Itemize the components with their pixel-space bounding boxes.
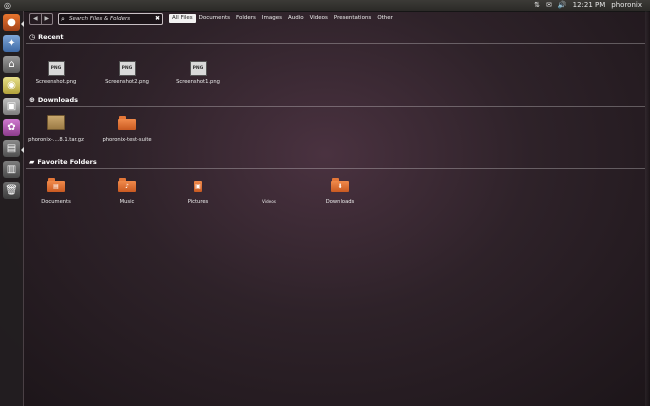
folder-icon (118, 116, 136, 130)
png-file-icon: PNG (118, 61, 136, 76)
file-label: phoronix-....8.1.tar.gz (28, 137, 84, 143)
dash-edge (645, 11, 650, 406)
filter-audio[interactable]: Audio (285, 14, 307, 23)
filter-tabs: All Files Documents Folders Images Audio… (169, 14, 396, 23)
file-item[interactable]: PNG Screenshot2.png (97, 54, 157, 85)
filter-documents[interactable]: Documents (196, 14, 233, 23)
folder-label: Downloads (325, 199, 355, 205)
filter-folders[interactable]: Folders (233, 14, 259, 23)
documents-folder-icon: ▤ (47, 178, 65, 192)
firefox-icon[interactable]: ● (3, 14, 20, 31)
section-label: Favorite Folders (37, 158, 97, 166)
folder-label: phoronix-test-suite (102, 137, 152, 143)
folder-item[interactable]: ⬇ Downloads (310, 177, 370, 205)
file-item[interactable]: phoronix-....8.1.tar.gz (26, 115, 86, 143)
folder-item[interactable]: ▤ Documents (26, 177, 86, 205)
search-icon: ⌕ (61, 15, 65, 23)
workspaces-icon[interactable]: ✿ (3, 119, 20, 136)
ubuntu-logo-icon[interactable]: ◎ (3, 1, 12, 10)
archive-icon (47, 115, 65, 130)
folder-label: Videos (262, 199, 276, 204)
nav-buttons: ◀ ▶ (29, 13, 53, 25)
apps-icon[interactable]: ▤ (3, 140, 20, 157)
file-label: Screenshot1.png (176, 79, 220, 85)
clock-time[interactable]: 12:21 PM (573, 1, 606, 10)
folder-item[interactable]: Videos (239, 177, 299, 204)
png-file-icon: PNG (189, 61, 207, 76)
folder-label: Pictures (187, 199, 209, 205)
network-icon[interactable]: ⇅ (534, 1, 540, 10)
volume-icon[interactable]: 🔊 (558, 1, 567, 10)
back-button[interactable]: ◀ (30, 14, 42, 24)
section-label: Downloads (37, 96, 78, 104)
folder-section-icon: ▰ (29, 158, 35, 166)
downloads-folder-icon: ⬇ (331, 178, 349, 192)
folder-label: Documents (41, 199, 71, 205)
clear-search-icon[interactable]: ✖ (155, 14, 160, 24)
filter-images[interactable]: Images (259, 14, 285, 23)
section-label: Recent (38, 33, 64, 41)
software-center-icon[interactable]: ▣ (3, 98, 20, 115)
folder-item[interactable]: ♪ Music (97, 177, 157, 205)
pictures-folder-icon: ▣ (194, 181, 202, 192)
music-folder-icon: ♪ (118, 178, 136, 192)
filter-presentations[interactable]: Presentations (331, 14, 374, 23)
rhythmbox-icon[interactable]: ◉ (3, 77, 20, 94)
search-box: ⌕ ✖ (58, 13, 163, 25)
indicator-area: ⇅ ✉ 🔊 12:21 PM phoronix (534, 1, 650, 10)
file-item[interactable]: PNG Screenshot.png (26, 54, 86, 85)
file-item[interactable]: PNG Screenshot1.png (168, 54, 228, 85)
file-label: Screenshot.png (35, 79, 77, 85)
section-downloads-title[interactable]: ⊕ Downloads (29, 96, 78, 104)
forward-button[interactable]: ▶ (42, 14, 53, 24)
filter-videos[interactable]: Videos (307, 14, 331, 23)
filter-all-files[interactable]: All Files (169, 14, 196, 23)
png-file-icon: PNG (47, 61, 65, 76)
search-input[interactable] (69, 14, 149, 24)
chat-icon[interactable]: ✦ (3, 35, 20, 52)
user-menu[interactable]: phoronix (611, 1, 642, 10)
folder-item[interactable]: ▣ Pictures (168, 177, 228, 205)
active-indicator (21, 147, 24, 153)
folder-label: Music (119, 199, 135, 205)
section-favorites-title[interactable]: ▰ Favorite Folders (29, 158, 97, 166)
section-recent-title[interactable]: ◷ Recent (29, 33, 64, 41)
filter-other[interactable]: Other (374, 14, 396, 23)
files-icon[interactable]: ⌂ (3, 56, 20, 73)
file-label: Screenshot2.png (105, 79, 149, 85)
mail-icon[interactable]: ✉ (546, 1, 552, 10)
launcher: ● ✦ ⌂ ◉ ▣ ✿ ▤ ▥ 🗑 (0, 11, 24, 406)
dash-bar: ◀ ▶ ⌕ ✖ All Files Documents Folders Imag… (24, 11, 645, 26)
folder-item[interactable]: phoronix-test-suite (97, 115, 157, 143)
trash-can-icon[interactable]: 🗑 (3, 182, 20, 199)
clock-icon: ◷ (29, 33, 36, 41)
divider (26, 168, 645, 169)
divider (26, 43, 645, 44)
trash-icon[interactable]: ▥ (3, 161, 20, 178)
divider (26, 106, 645, 107)
download-icon: ⊕ (29, 96, 35, 104)
